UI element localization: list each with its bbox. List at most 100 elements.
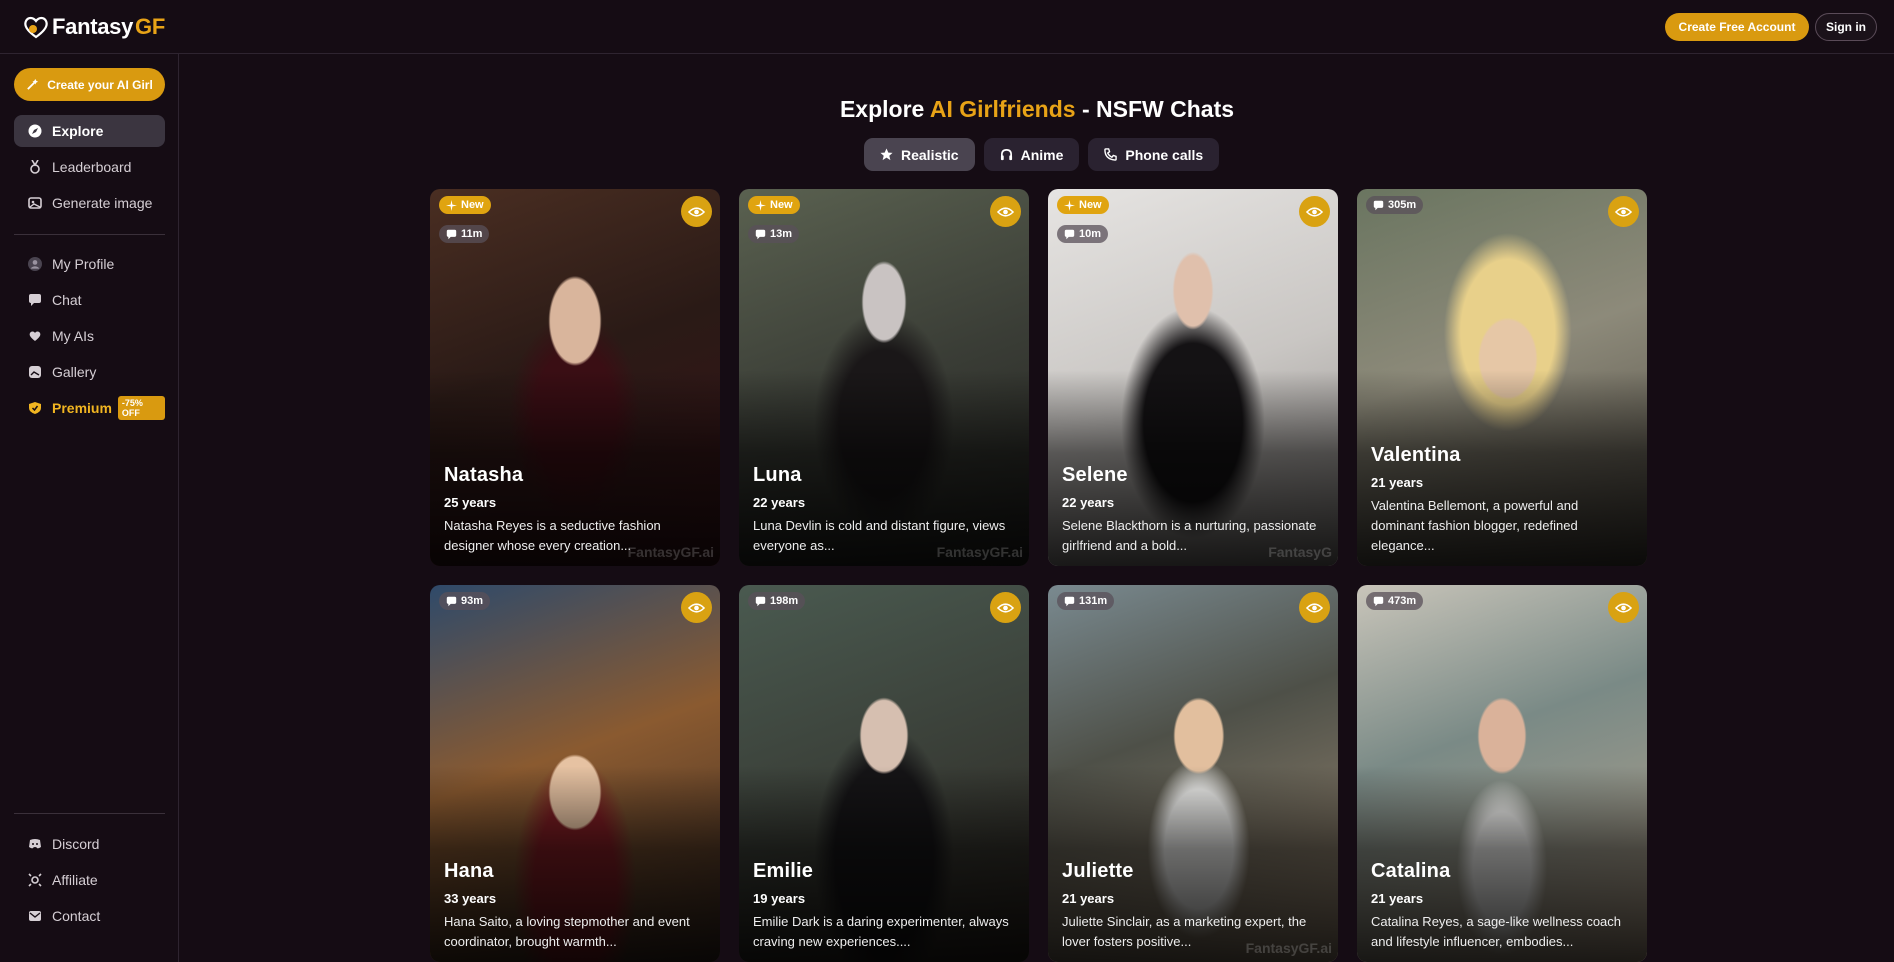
sidebar-item-leaderboard[interactable]: Leaderboard [14,151,165,183]
new-badge: New [748,196,800,214]
sidebar-divider [14,813,165,814]
character-card[interactable]: 131m FantasyGF.ai Juliette 21 years Juli… [1048,585,1338,962]
logo-text-accent: GF [135,14,165,39]
character-card[interactable]: New 10m FantasyG Selene 22 years Selene … [1048,189,1338,566]
sidebar-item-chat[interactable]: Chat [14,284,165,316]
character-name: Juliette [1062,860,1134,882]
sidebar-item-explore[interactable]: Explore [14,115,165,147]
chat-icon [1064,596,1075,606]
affiliate-icon [28,873,42,887]
message-count-badge: 13m [748,225,800,243]
character-card[interactable]: New 13m FantasyGF.ai Luna 22 years Luna … [739,189,1029,566]
eye-icon [997,206,1014,217]
character-description: Valentina Bellemont, a powerful and domi… [1371,498,1579,553]
character-age: 33 years [444,891,497,906]
sidebar-item-contact[interactable]: Contact [14,900,165,932]
sidebar-item-premium[interactable]: Premium -75% OFF [14,392,165,424]
message-count-badge: 11m [439,225,490,243]
character-card[interactable]: New 11m FantasyGF.ai Natasha 25 years Na… [430,189,720,566]
view-eye-button[interactable] [1299,196,1330,227]
character-age: 19 years [753,891,806,906]
view-eye-button[interactable] [1299,592,1330,623]
view-eye-button[interactable] [1608,592,1639,623]
eye-icon [688,206,705,217]
message-count: 198m [770,595,799,607]
sidebar: Create your AI Girl Explore Leaderboard … [0,54,179,962]
sidebar-item-label: Contact [52,908,101,924]
character-age: 21 years [1371,891,1424,906]
phone-icon [1104,148,1118,161]
view-eye-button[interactable] [990,592,1021,623]
character-card[interactable]: 93m Hana 33 years Hana Saito, a loving s… [430,585,720,962]
tab-phone-calls[interactable]: Phone calls [1088,138,1220,171]
view-eye-button[interactable] [1608,196,1639,227]
view-eye-button[interactable] [990,196,1021,227]
image-icon [28,196,42,210]
mail-icon [28,909,42,923]
message-count-badge: 131m [1057,592,1115,610]
chat-icon [755,229,766,239]
character-info: Selene 22 years Selene Blackthorn is a n… [1062,464,1324,556]
message-count: 13m [770,228,793,240]
create-ai-girl-button[interactable]: Create your AI Girl [14,68,165,101]
character-card[interactable]: 305m Valentina 21 years Valentina Bellem… [1357,189,1647,566]
character-description: Luna Devlin is cold and distant figure, … [753,518,1006,553]
sidebar-item-label: Gallery [52,364,97,380]
new-badge: New [439,196,491,214]
eye-icon [1615,602,1632,613]
message-count-badge: 93m [439,592,491,610]
new-badge-label: New [461,199,484,211]
logo[interactable]: Fantasy GF [22,13,165,41]
headphones-icon [1000,149,1012,161]
message-count-badge: 10m [1057,225,1109,243]
sparkle-icon [1064,199,1075,211]
message-count: 10m [1079,228,1102,240]
page-title-suffix: - NSFW Chats [1075,96,1235,122]
create-ai-girl-label: Create your AI Girl [47,77,153,92]
sign-in-button[interactable]: Sign in [1815,13,1877,41]
chat-icon [1064,229,1075,239]
tab-label: Anime [1020,146,1064,163]
discord-icon [28,837,42,851]
new-badge-label: New [1079,199,1102,211]
tab-label: Realistic [901,146,959,163]
message-count: 11m [461,228,483,240]
user-icon [28,257,42,271]
chat-icon [446,596,457,606]
character-description: Juliette Sinclair, as a marketing expert… [1062,914,1307,949]
gallery-icon [28,365,42,379]
sidebar-item-my-profile[interactable]: My Profile [14,248,165,280]
character-description: Catalina Reyes, a sage-like wellness coa… [1371,914,1622,949]
character-info: Valentina 21 years Valentina Bellemont, … [1371,444,1633,556]
tab-realistic[interactable]: Realistic [864,138,975,171]
character-name: Selene [1062,464,1128,486]
sidebar-item-my-ais[interactable]: My AIs [14,320,165,352]
character-age: 22 years [1062,495,1115,510]
sidebar-item-generate-image[interactable]: Generate image [14,187,165,219]
eye-icon [1306,602,1323,613]
character-age: 21 years [1062,891,1115,906]
character-card[interactable]: 198m Emilie 19 years Emilie Dark is a da… [739,585,1029,962]
sidebar-item-discord[interactable]: Discord [14,828,165,860]
top-bar: Fantasy GF Create Free Account Sign in [0,0,1894,54]
view-eye-button[interactable] [681,592,712,623]
character-name: Valentina [1371,444,1461,466]
sidebar-item-label: Affiliate [52,872,98,888]
page-title-text: Explore [839,96,930,122]
category-tabs: Realistic Anime Phone calls [864,138,1220,171]
heart-users-icon [28,329,42,343]
character-description: Hana Saito, a loving stepmother and even… [444,914,690,949]
tab-label: Phone calls [1125,146,1204,163]
new-badge-label: New [770,199,793,211]
sidebar-item-gallery[interactable]: Gallery [14,356,165,388]
character-card[interactable]: 473m Catalina 21 years Catalina Reyes, a… [1357,585,1647,962]
character-grid: New 11m FantasyGF.ai Natasha 25 years Na… [430,189,1647,962]
create-account-button[interactable]: Create Free Account [1665,13,1809,41]
tab-anime[interactable]: Anime [983,138,1080,171]
view-eye-button[interactable] [681,196,712,227]
medal-icon [28,160,42,174]
sparkle-icon [446,199,457,211]
shield-icon [28,401,42,415]
character-info: Natasha 25 years Natasha Reyes is a sedu… [444,464,706,556]
sidebar-item-affiliate[interactable]: Affiliate [14,864,165,896]
